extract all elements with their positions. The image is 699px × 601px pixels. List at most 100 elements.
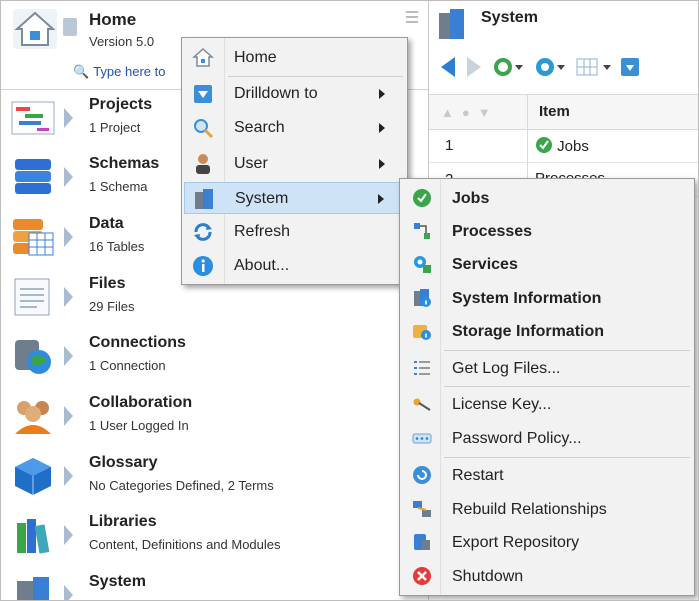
system-icon bbox=[17, 577, 49, 600]
home-context-menu: Home Drilldown to Search User System Ref… bbox=[181, 37, 408, 285]
history-icon[interactable] bbox=[491, 53, 525, 81]
menu-item-export-repository[interactable]: Export Repository bbox=[402, 526, 692, 559]
nav-title: Collaboration bbox=[89, 394, 193, 411]
version-label: Version 5.0 bbox=[89, 34, 155, 49]
nav-title: Data bbox=[89, 215, 124, 232]
download-icon[interactable] bbox=[619, 53, 641, 81]
chevron-right-icon bbox=[64, 167, 73, 187]
menu-item-system-information[interactable]: System Information bbox=[402, 282, 692, 315]
glossary-icon bbox=[15, 458, 51, 495]
menu-item-label: Export Repository bbox=[452, 534, 580, 551]
menu-item-processes[interactable]: Processes bbox=[402, 215, 692, 248]
menu-separator bbox=[444, 457, 690, 458]
menu-item-system[interactable]: System bbox=[184, 182, 405, 214]
menu-item-label: Services bbox=[452, 256, 518, 273]
refresh-icon bbox=[194, 223, 212, 241]
system-toolbar bbox=[429, 53, 698, 85]
menu-item-user[interactable]: User bbox=[184, 148, 405, 180]
nav-subtitle: Content, Definitions and Modules bbox=[89, 537, 281, 552]
system-submenu: Jobs Processes Services System Informati… bbox=[399, 178, 695, 596]
chevron-right-icon bbox=[64, 346, 73, 366]
nav-item-connections[interactable]: Connections 1 Connection bbox=[1, 328, 428, 387]
nav-title: Connections bbox=[89, 334, 186, 351]
collaboration-icon bbox=[15, 401, 51, 434]
submenu-arrow-icon bbox=[379, 123, 385, 133]
server-icon bbox=[439, 9, 464, 39]
nav-subtitle: 1 Schema bbox=[89, 179, 148, 194]
menu-item-label: Refresh bbox=[234, 223, 291, 240]
nav-item-libraries[interactable]: Libraries Content, Definitions and Modul… bbox=[1, 507, 428, 566]
settings-gear-icon[interactable] bbox=[533, 53, 567, 81]
menu-item-label: Search bbox=[234, 119, 285, 136]
home-menu-arrow[interactable] bbox=[63, 18, 77, 36]
nav-subtitle: 1 Project bbox=[89, 120, 141, 135]
nav-subtitle: 29 Files bbox=[89, 299, 135, 314]
menu-item-search[interactable]: Search bbox=[184, 112, 405, 144]
menu-item-license-key[interactable]: License Key... bbox=[402, 388, 692, 421]
server-icon bbox=[195, 189, 213, 209]
nav-title: Schemas bbox=[89, 155, 160, 172]
chevron-right-icon bbox=[64, 406, 73, 426]
menu-item-rebuild-relationships[interactable]: Rebuild Relationships bbox=[402, 493, 692, 526]
menu-item-label: Drilldown to bbox=[234, 85, 318, 102]
nav-item-system[interactable]: System bbox=[1, 567, 428, 600]
submenu-arrow-icon bbox=[378, 194, 384, 204]
menu-item-label: Processes bbox=[452, 223, 533, 240]
menu-item-label: System bbox=[235, 190, 289, 207]
menu-item-get-log-files[interactable]: Get Log Files... bbox=[402, 352, 692, 385]
menu-item-label: About... bbox=[234, 257, 290, 274]
menu-item-refresh[interactable]: Refresh bbox=[184, 216, 405, 248]
services-icon bbox=[414, 256, 431, 273]
menu-item-password-policy[interactable]: Password Policy... bbox=[402, 422, 692, 455]
chevron-right-icon bbox=[64, 108, 73, 128]
menu-item-shutdown[interactable]: Shutdown bbox=[402, 560, 692, 593]
chevron-right-icon bbox=[64, 227, 73, 247]
system-header: System bbox=[429, 1, 698, 45]
forward-arrow-icon[interactable] bbox=[463, 53, 485, 81]
processes-icon bbox=[414, 223, 430, 239]
menu-item-label: Restart bbox=[452, 467, 504, 484]
nav-subtitle: 16 Tables bbox=[89, 239, 145, 254]
grid-view-icon[interactable] bbox=[575, 53, 613, 81]
chevron-right-icon bbox=[64, 585, 73, 600]
sort-filter-icons[interactable]: ▲●▼ bbox=[441, 105, 499, 120]
storage-info-icon bbox=[413, 325, 431, 340]
restart-icon bbox=[413, 466, 431, 484]
table-row[interactable]: 1 Jobs bbox=[429, 129, 698, 163]
menu-item-label: System Information bbox=[452, 290, 602, 307]
home-icon bbox=[192, 47, 214, 67]
jobs-icon bbox=[413, 189, 431, 207]
row-item-label: Jobs bbox=[557, 138, 589, 155]
menu-item-home[interactable]: Home bbox=[184, 42, 405, 74]
system-info-icon bbox=[414, 289, 431, 307]
menu-item-label: Storage Information bbox=[452, 323, 605, 340]
menu-item-storage-information[interactable]: Storage Information bbox=[402, 315, 692, 348]
search-input[interactable]: 🔍 Type here to bbox=[73, 64, 165, 80]
chevron-right-icon bbox=[64, 466, 73, 486]
menu-item-drilldown[interactable]: Drilldown to bbox=[184, 78, 405, 110]
chevron-right-icon bbox=[64, 287, 73, 307]
nav-item-collaboration[interactable]: Collaboration 1 User Logged In bbox=[1, 388, 428, 447]
rebuild-icon bbox=[413, 501, 431, 517]
menu-separator bbox=[444, 386, 690, 387]
search-icon: 🔍 bbox=[73, 64, 90, 79]
menu-item-label: Jobs bbox=[452, 190, 490, 207]
nav-title: System bbox=[89, 573, 146, 590]
license-key-icon bbox=[413, 398, 431, 411]
home-icon[interactable] bbox=[13, 9, 57, 49]
nav-subtitle: 1 Connection bbox=[89, 358, 166, 373]
menu-item-label: Password Policy... bbox=[452, 430, 582, 447]
back-arrow-icon[interactable] bbox=[437, 53, 459, 81]
schemas-icon bbox=[15, 159, 51, 194]
drag-grip-icon[interactable] bbox=[406, 11, 418, 23]
column-header-item[interactable]: Item bbox=[539, 103, 570, 120]
system-title: System bbox=[481, 9, 538, 26]
menu-item-services[interactable]: Services bbox=[402, 248, 692, 281]
menu-item-restart[interactable]: Restart bbox=[402, 459, 692, 492]
menu-item-about[interactable]: About... bbox=[184, 250, 405, 282]
data-icon bbox=[13, 219, 54, 256]
nav-subtitle: 1 User Logged In bbox=[89, 418, 189, 433]
nav-item-glossary[interactable]: Glossary No Categories Defined, 2 Terms bbox=[1, 448, 428, 507]
menu-item-jobs[interactable]: Jobs bbox=[402, 182, 692, 215]
search-icon bbox=[194, 119, 214, 139]
